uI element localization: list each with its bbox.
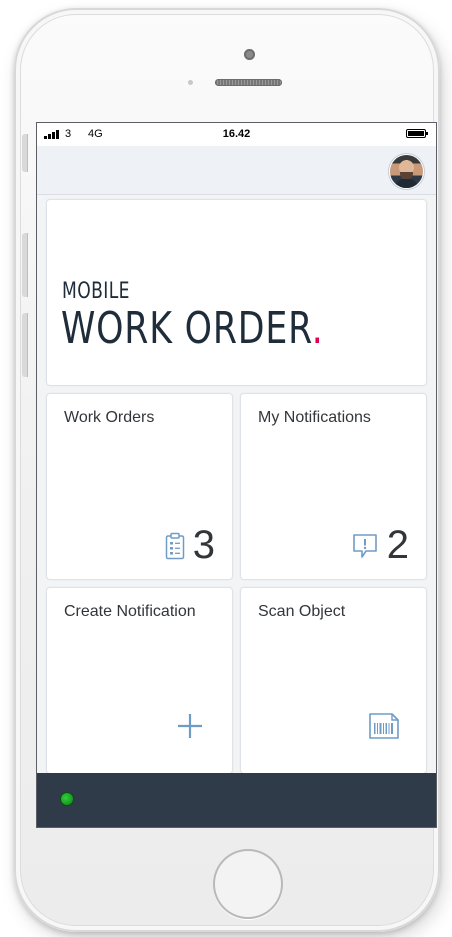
volume-up-button bbox=[22, 233, 28, 297]
mute-switch bbox=[22, 134, 28, 172]
tile-create-notification[interactable]: Create Notification bbox=[46, 587, 233, 774]
logo-work-order-text: WORK ORDER. bbox=[61, 303, 324, 354]
home-button[interactable] bbox=[213, 849, 283, 919]
tile-my-notifications[interactable]: My Notifications 2 bbox=[240, 393, 427, 580]
tile-title: My Notifications bbox=[258, 409, 371, 426]
volume-down-button bbox=[22, 313, 28, 377]
app-logo-banner: MOBILE WORK ORDER. bbox=[46, 199, 427, 386]
front-camera bbox=[244, 49, 255, 60]
shell-header bbox=[37, 146, 436, 195]
tile-scan-object[interactable]: Scan Object bbox=[240, 587, 427, 774]
tile-title: Scan Object bbox=[258, 603, 346, 620]
app-screen: 3 4G 16.42 MOBILE WORK ORDER. Work Order… bbox=[36, 122, 437, 828]
connection-status-icon[interactable] bbox=[61, 793, 73, 805]
logo-mobile-text: MOBILE bbox=[62, 279, 130, 304]
plus-icon bbox=[176, 712, 204, 745]
user-avatar[interactable] bbox=[390, 155, 423, 188]
barcode-scan-icon bbox=[368, 712, 400, 745]
proximity-sensor bbox=[188, 80, 193, 85]
tile-count: 3 bbox=[192, 523, 215, 567]
status-time: 16.42 bbox=[222, 128, 251, 140]
bottom-toolbar bbox=[37, 773, 436, 827]
status-bar: 3 4G 16.42 bbox=[37, 123, 436, 146]
alert-message-icon bbox=[351, 532, 379, 565]
clipboard-list-icon bbox=[165, 532, 185, 565]
battery-icon bbox=[406, 129, 428, 138]
tile-work-orders[interactable]: Work Orders 3 bbox=[46, 393, 233, 580]
tile-title: Create Notification bbox=[64, 603, 196, 620]
tile-title: Work Orders bbox=[64, 409, 155, 426]
logo-dot: . bbox=[311, 303, 324, 354]
earpiece-speaker bbox=[215, 79, 282, 86]
tile-count: 2 bbox=[386, 523, 409, 567]
